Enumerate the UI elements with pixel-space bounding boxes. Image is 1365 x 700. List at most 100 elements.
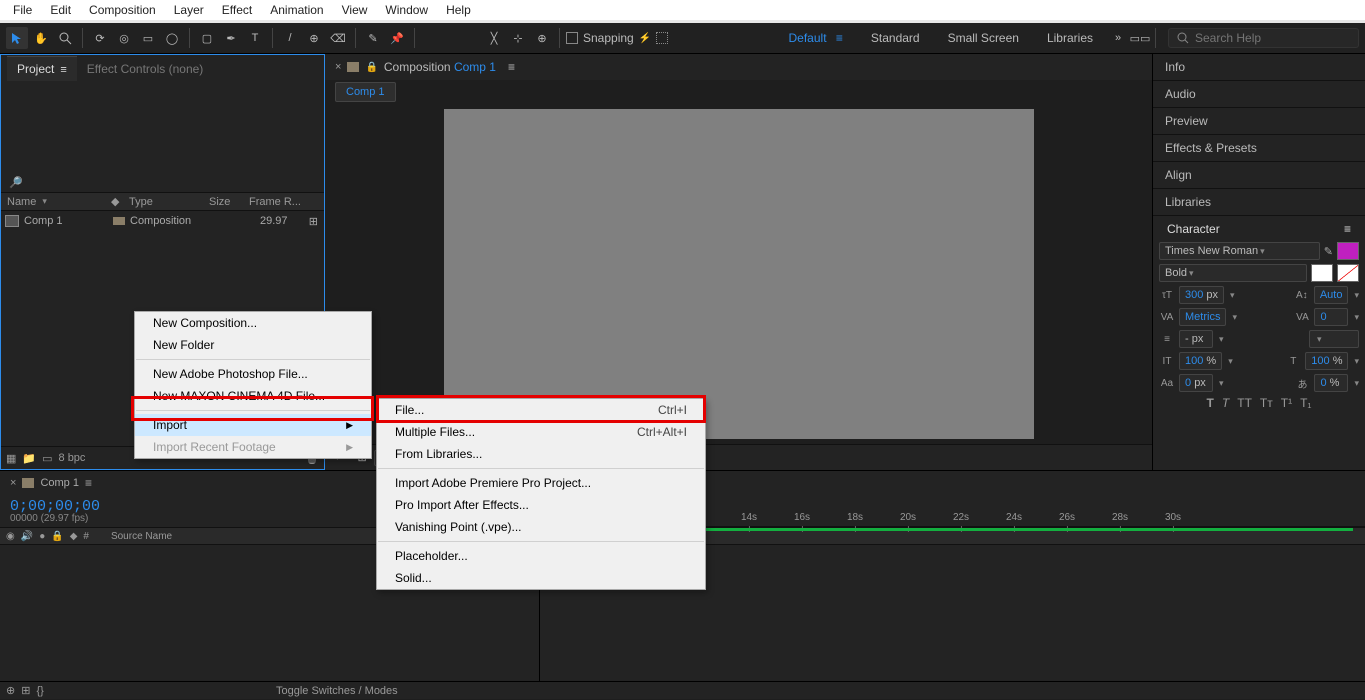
brush-tool[interactable]: /: [279, 27, 301, 49]
col-framerate[interactable]: Frame R...: [249, 196, 301, 208]
footer-icon-3[interactable]: {}: [36, 685, 43, 697]
audio-panel[interactable]: Audio: [1153, 81, 1365, 108]
clone-stamp-tool[interactable]: ⊕: [303, 27, 325, 49]
search-help[interactable]: [1168, 28, 1359, 48]
view-axis-icon[interactable]: ⊕: [531, 27, 553, 49]
composition-canvas[interactable]: [444, 109, 1034, 439]
local-axis-icon[interactable]: ╳: [483, 27, 505, 49]
kerning-input[interactable]: Metrics: [1179, 308, 1226, 326]
selection-tool[interactable]: [6, 27, 28, 49]
preview-panel[interactable]: Preview: [1153, 108, 1365, 135]
libraries-panel[interactable]: Libraries: [1153, 189, 1365, 216]
stroke-width-input[interactable]: - px: [1179, 330, 1213, 348]
tsume-input[interactable]: 0 %: [1314, 374, 1348, 392]
av-toggle-icon[interactable]: ◉: [6, 531, 15, 542]
menu-window[interactable]: Window: [376, 0, 437, 20]
workspace-standard[interactable]: Standard: [857, 27, 934, 49]
solo-toggle-icon[interactable]: ●: [39, 531, 45, 542]
bold-icon[interactable]: T: [1207, 396, 1214, 410]
reset-workspace-icon[interactable]: ▭▭: [1129, 27, 1151, 49]
eyedropper-icon[interactable]: ✎: [1324, 245, 1333, 258]
close-tab-icon[interactable]: ×: [335, 61, 341, 73]
snapping-flyout-icon[interactable]: ⚡: [639, 33, 651, 44]
ctx-item-placeholder[interactable]: Placeholder...: [377, 545, 705, 567]
allcaps-icon[interactable]: TT: [1237, 396, 1252, 410]
interpret-footage-icon[interactable]: ▦: [6, 452, 16, 465]
ctx-item-new-maxon-cinema-4d-file[interactable]: New MAXON CINEMA 4D File...: [135, 385, 371, 407]
baseline-shift-input[interactable]: 0 px: [1179, 374, 1213, 392]
col-type[interactable]: Type: [129, 196, 209, 208]
close-timeline-tab-icon[interactable]: ×: [10, 477, 16, 489]
menu-view[interactable]: View: [333, 0, 377, 20]
ctx-item-multiple-files[interactable]: Multiple Files...Ctrl+Alt+I: [377, 421, 705, 443]
subscript-icon[interactable]: T₁: [1300, 396, 1311, 410]
menu-effect[interactable]: Effect: [213, 0, 261, 20]
font-family-select[interactable]: Times New Roman▾: [1159, 242, 1320, 260]
project-row[interactable]: Comp 1 Composition 29.97 ⊞: [1, 211, 324, 231]
new-comp-icon[interactable]: ▭: [42, 452, 52, 465]
search-help-input[interactable]: [1195, 31, 1350, 45]
no-color-chip[interactable]: [1337, 264, 1359, 282]
hand-tool[interactable]: ✋: [30, 27, 52, 49]
footer-icon-2[interactable]: ⊞: [21, 684, 30, 697]
eraser-tool[interactable]: ⌫: [327, 27, 349, 49]
ellipse-tool[interactable]: ◯: [161, 27, 183, 49]
tracking-input[interactable]: 0: [1314, 308, 1348, 326]
menu-file[interactable]: File: [4, 0, 41, 20]
superscript-icon[interactable]: T¹: [1281, 396, 1292, 410]
col-size[interactable]: Size: [209, 196, 249, 208]
effects-presets-panel[interactable]: Effects & Presets: [1153, 135, 1365, 162]
source-name-col[interactable]: Source Name: [111, 531, 172, 542]
ctx-item-vanishing-point-vpe[interactable]: Vanishing Point (.vpe)...: [377, 516, 705, 538]
type-tool[interactable]: T: [244, 27, 266, 49]
ctx-item-import[interactable]: Import▶: [135, 414, 371, 436]
color-depth-text[interactable]: 8 bpc: [59, 452, 86, 464]
comp-breadcrumb[interactable]: Comp 1: [335, 82, 396, 102]
zoom-tool[interactable]: [54, 27, 76, 49]
fill-color-chip[interactable]: [1337, 242, 1359, 260]
snap-grid-icon[interactable]: [656, 32, 668, 44]
label-toggle-icon[interactable]: ◆: [70, 531, 78, 542]
ctx-item-file[interactable]: File...Ctrl+I: [377, 399, 705, 421]
menu-edit[interactable]: Edit: [41, 0, 80, 20]
panel-menu-icon[interactable]: ≡: [1344, 222, 1351, 236]
project-tab[interactable]: Project: [7, 56, 77, 81]
ctx-item-solid[interactable]: Solid...: [377, 567, 705, 589]
menu-composition[interactable]: Composition: [80, 0, 165, 20]
orbit-camera-tool[interactable]: ⟳: [89, 27, 111, 49]
col-label-icon[interactable]: ◆: [111, 195, 129, 208]
menu-animation[interactable]: Animation: [261, 0, 332, 20]
hscale-input[interactable]: 100 %: [1305, 352, 1348, 370]
pen-tool[interactable]: ✒: [220, 27, 242, 49]
toggle-switches-label[interactable]: Toggle Switches / Modes: [276, 685, 398, 697]
workspace-small-screen[interactable]: Small Screen: [934, 27, 1033, 49]
ctx-item-new-folder[interactable]: New Folder: [135, 334, 371, 356]
lock-toggle-icon[interactable]: 🔒: [51, 531, 63, 542]
timeline-tab-label[interactable]: Comp 1: [40, 477, 79, 489]
vscale-input[interactable]: 100 %: [1179, 352, 1222, 370]
info-panel[interactable]: Info: [1153, 54, 1365, 81]
ctx-item-new-adobe-photoshop-file[interactable]: New Adobe Photoshop File...: [135, 363, 371, 385]
lock-icon[interactable]: 🔒: [365, 62, 377, 73]
pan-behind-tool[interactable]: ◎: [113, 27, 135, 49]
menu-layer[interactable]: Layer: [165, 0, 213, 20]
shape-tool[interactable]: ▢: [196, 27, 218, 49]
effect-controls-tab[interactable]: Effect Controls (none): [77, 57, 214, 81]
menu-help[interactable]: Help: [437, 0, 480, 20]
leading-input[interactable]: Auto: [1314, 286, 1349, 304]
footer-icon-1[interactable]: ⊕: [6, 684, 15, 697]
font-size-input[interactable]: 300 px: [1179, 286, 1224, 304]
stroke-color-chip[interactable]: [1311, 264, 1333, 282]
flowchart-icon[interactable]: ⊞: [309, 215, 318, 228]
workspace-default[interactable]: Default ≡: [775, 27, 857, 49]
ctx-item-from-libraries[interactable]: From Libraries...: [377, 443, 705, 465]
puppet-pin-tool[interactable]: 📌: [386, 27, 408, 49]
world-axis-icon[interactable]: ⊹: [507, 27, 529, 49]
audio-toggle-icon[interactable]: 🔊: [21, 531, 33, 542]
col-name[interactable]: Name▾: [7, 196, 111, 208]
smallcaps-icon[interactable]: Tᴛ: [1260, 396, 1273, 410]
align-panel[interactable]: Align: [1153, 162, 1365, 189]
ctx-item-pro-import-after-effects[interactable]: Pro Import After Effects...: [377, 494, 705, 516]
ctx-item-import-adobe-premiere-pro-project[interactable]: Import Adobe Premiere Pro Project...: [377, 472, 705, 494]
font-style-select[interactable]: Bold▾: [1159, 264, 1307, 282]
